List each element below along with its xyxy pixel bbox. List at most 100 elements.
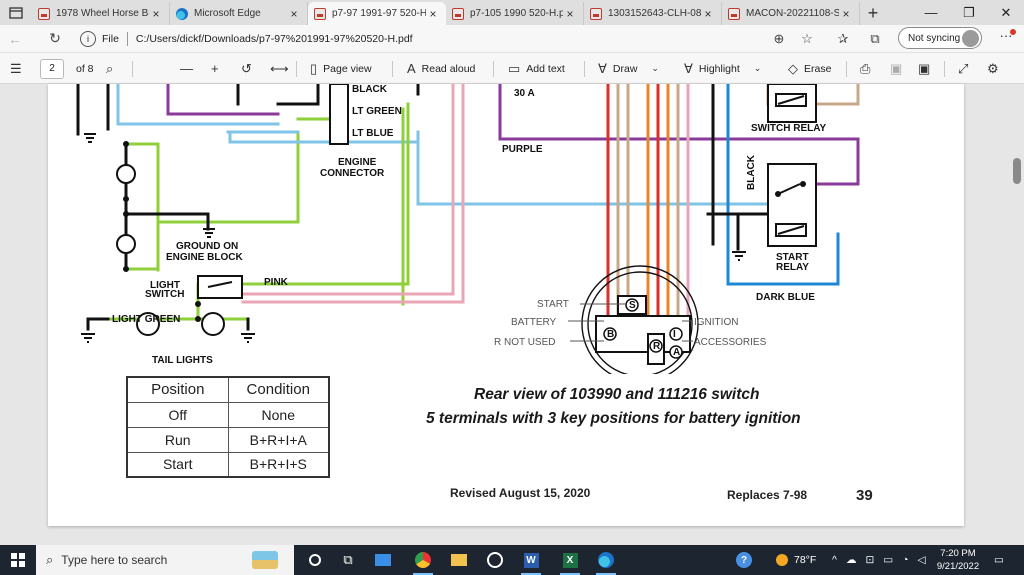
info-icon[interactable]: i bbox=[80, 30, 96, 47]
pdf-file-icon bbox=[590, 7, 602, 20]
tab-p7-97[interactable]: p7-97 1991-97 520-H × bbox=[308, 2, 446, 25]
divider bbox=[296, 61, 297, 77]
new-tab-button[interactable]: + bbox=[860, 2, 886, 25]
pdf-toolbar: ☰ 2 of 8 ⌕ — + ↺ ⟷ ▯ Page view A Read alou… bbox=[0, 52, 1024, 84]
refresh-button[interactable]: ↻ bbox=[40, 25, 70, 52]
table-header: Position bbox=[126, 376, 229, 403]
terminal-accessories-label: ACCESSORIES bbox=[694, 337, 767, 348]
tab-actions-button[interactable] bbox=[0, 0, 32, 25]
back-button[interactable]: ← bbox=[0, 25, 30, 52]
zoom-out-button[interactable]: — bbox=[180, 53, 193, 84]
collections-icon[interactable]: ⧉ bbox=[864, 28, 886, 49]
back-arrow-icon: ← bbox=[8, 30, 22, 47]
highlight-button[interactable]: ∀ Highlight ⌄ bbox=[684, 53, 761, 84]
find-button[interactable]: ⌕ bbox=[106, 53, 113, 84]
page-number: 39 bbox=[856, 487, 873, 504]
taskbar-search-input[interactable]: ⌕ Type here to search bbox=[36, 545, 294, 575]
rotate-button[interactable]: ↺ bbox=[241, 53, 252, 84]
excel-button[interactable]: X bbox=[555, 548, 585, 575]
folder-button[interactable] bbox=[444, 548, 474, 572]
close-tab-icon[interactable]: × bbox=[701, 7, 715, 21]
tab-macon[interactable]: MACON-20221108-SA × bbox=[722, 2, 860, 25]
start-relay-label-2: RELAY bbox=[776, 262, 809, 273]
close-tab-icon[interactable]: × bbox=[563, 7, 577, 21]
add-text-button[interactable]: ▭ Add text bbox=[508, 53, 565, 84]
vertical-scrollbar[interactable] bbox=[1010, 84, 1024, 545]
restore-button[interactable]: ❐ bbox=[951, 0, 987, 25]
pdf-page: S I B R A BLACK LT GREEN LT BLUE ENGINE … bbox=[48, 84, 964, 526]
fit-page-button[interactable]: ⟷ bbox=[270, 53, 289, 84]
close-tab-icon[interactable]: × bbox=[839, 7, 853, 21]
close-tab-icon[interactable]: × bbox=[149, 7, 163, 21]
tab-p7-105[interactable]: p7-105 1990 520-H.pc × bbox=[446, 2, 584, 25]
close-tab-icon[interactable]: × bbox=[287, 7, 301, 21]
start-button[interactable] bbox=[0, 545, 36, 575]
save-as-button[interactable]: ▣ bbox=[918, 53, 930, 84]
page-view-button[interactable]: ▯ Page view bbox=[310, 53, 372, 84]
notifications-button[interactable]: ▭ bbox=[994, 545, 1004, 575]
divider bbox=[493, 61, 494, 77]
edge-icon bbox=[598, 552, 614, 568]
weather-widget[interactable]: 78°F bbox=[776, 545, 816, 575]
minimize-button[interactable]: — bbox=[913, 0, 949, 25]
notification-dot bbox=[1010, 29, 1016, 35]
edge-button[interactable] bbox=[591, 548, 621, 575]
address-bar[interactable]: i File C:/Users/dickf/Downloads/p7-97%20… bbox=[80, 28, 828, 49]
system-tray[interactable]: ^ ☁ ⊡ ▭ ◔ ◁ bbox=[832, 545, 926, 575]
file-explorer-button[interactable] bbox=[368, 548, 398, 572]
taskbar-clock[interactable]: 7:20 PM 9/21/2022 bbox=[930, 547, 986, 573]
gear-icon: ⚙ bbox=[987, 60, 999, 76]
url-text[interactable]: C:/Users/dickf/Downloads/p7-97%201991-97… bbox=[136, 33, 413, 45]
chevron-up-icon[interactable]: ^ bbox=[832, 554, 837, 566]
wifi-icon[interactable]: ◔ bbox=[902, 554, 908, 566]
task-view-button[interactable] bbox=[300, 548, 330, 572]
contents-button[interactable]: ☰ bbox=[10, 53, 22, 84]
word-button[interactable]: W bbox=[516, 548, 546, 575]
tab-1978-wheel-horse[interactable]: 1978 Wheel Horse Bro × bbox=[32, 2, 170, 25]
tab-microsoft-edge[interactable]: Microsoft Edge × bbox=[170, 2, 308, 25]
settings-menu-button[interactable]: ··· bbox=[994, 28, 1018, 49]
save-button[interactable]: ▣ bbox=[890, 53, 902, 84]
tail-lights-label: TAIL LIGHTS bbox=[152, 355, 213, 366]
close-window-button[interactable]: ✕ bbox=[988, 0, 1024, 25]
rotate-icon: ↺ bbox=[241, 60, 252, 76]
fullscreen-button[interactable]: ⤢ bbox=[958, 53, 968, 84]
profile-sync-button[interactable]: Not syncing bbox=[898, 27, 982, 49]
network-icon[interactable]: ⊡ bbox=[865, 554, 874, 566]
highlighter-icon: ∀ bbox=[684, 60, 693, 76]
chevron-down-icon[interactable]: ⌄ bbox=[651, 63, 659, 74]
task-view-button-2[interactable]: ⧉ bbox=[333, 548, 363, 572]
favorite-star-icon[interactable]: ☆ bbox=[796, 28, 818, 49]
tab-actions-icon bbox=[9, 6, 23, 19]
tab-1303152643[interactable]: 1303152643-CLH-080 × bbox=[584, 2, 722, 25]
pin-b-label: B bbox=[607, 329, 614, 340]
pdf-viewer[interactable]: S I B R A BLACK LT GREEN LT BLUE ENGINE … bbox=[0, 84, 1024, 545]
volume-icon[interactable]: ◁ bbox=[918, 554, 926, 566]
page-number-input[interactable]: 2 bbox=[40, 58, 64, 79]
chrome-button[interactable] bbox=[408, 548, 438, 575]
close-tab-icon[interactable]: × bbox=[426, 7, 440, 21]
chrome-icon bbox=[415, 552, 431, 568]
favorites-icon[interactable]: ✰ bbox=[832, 28, 854, 49]
draw-button[interactable]: ∀ Draw ⌄ bbox=[598, 53, 659, 84]
scrollbar-thumb[interactable] bbox=[1013, 158, 1021, 184]
media-app-button[interactable] bbox=[480, 548, 510, 572]
zoom-in-button[interactable]: + bbox=[211, 53, 219, 84]
table-cell: Run bbox=[126, 426, 229, 453]
cloud-icon[interactable]: ☁ bbox=[846, 554, 857, 566]
pdf-settings-button[interactable]: ⚙ bbox=[987, 53, 999, 84]
search-icon: ⌕ bbox=[46, 552, 54, 567]
print-button[interactable]: ⎙ bbox=[860, 53, 870, 84]
help-button[interactable]: ? bbox=[736, 545, 752, 575]
pdf-file-icon bbox=[728, 7, 740, 20]
sync-label: Not syncing bbox=[908, 32, 961, 44]
read-aloud-button[interactable]: A Read aloud bbox=[407, 53, 475, 84]
tab-title: MACON-20221108-SA bbox=[746, 8, 839, 19]
chevron-down-icon[interactable]: ⌄ bbox=[754, 63, 762, 74]
pin-s-label: S bbox=[629, 300, 636, 311]
plus-icon: + bbox=[211, 61, 219, 76]
avatar bbox=[962, 30, 979, 47]
erase-button[interactable]: ◇ Erase bbox=[788, 53, 831, 84]
battery-icon[interactable]: ▭ bbox=[883, 554, 893, 566]
zoom-icon[interactable]: ⊕ bbox=[768, 28, 790, 49]
